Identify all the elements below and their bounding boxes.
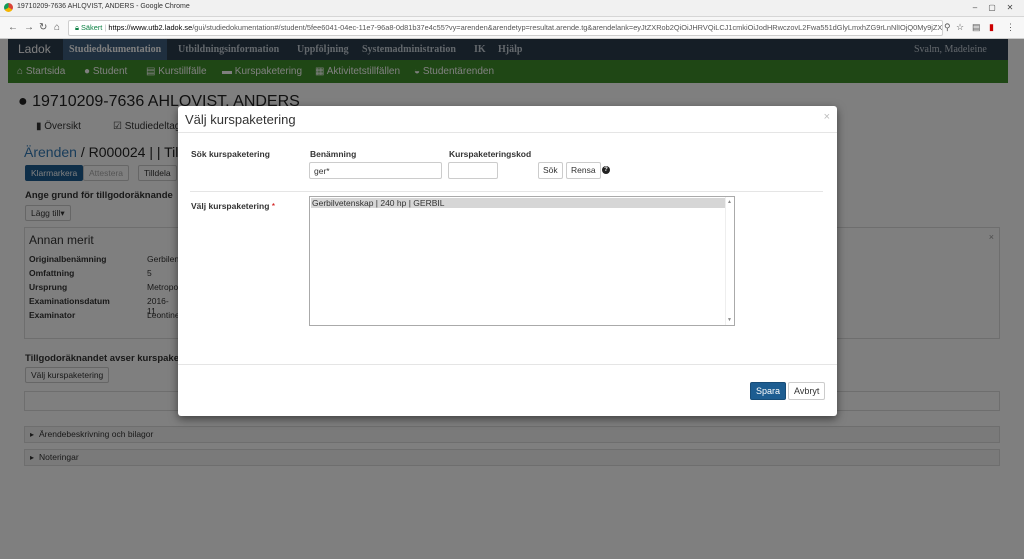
minimize-icon[interactable]: – bbox=[968, 3, 982, 12]
save-button[interactable]: Spara bbox=[750, 382, 787, 400]
code-label: Kurspaketeringskod bbox=[449, 149, 532, 159]
dialog-title: Välj kurspaketering bbox=[185, 112, 296, 127]
scroll-down-icon[interactable]: ▼ bbox=[727, 317, 732, 323]
search-section-label: Sök kurspaketering bbox=[191, 149, 270, 159]
list-option[interactable]: Gerbilvetenskap | 240 hp | GERBIL bbox=[311, 198, 725, 208]
bookmark-star-icon[interactable]: ☆ bbox=[956, 22, 964, 33]
cancel-button[interactable]: Avbryt bbox=[788, 382, 826, 400]
home-icon[interactable]: ⌂ bbox=[54, 22, 60, 33]
required-mark: * bbox=[271, 201, 276, 211]
url-host: https://www.utb2.ladok.se bbox=[108, 23, 193, 32]
close-icon[interactable]: × bbox=[824, 111, 830, 123]
clear-button[interactable]: Rensa bbox=[566, 162, 601, 179]
lock-icon: 🔒︎ bbox=[75, 23, 79, 32]
close-window-icon[interactable]: ✕ bbox=[1003, 3, 1017, 12]
browser-titlebar: 19710209-7636 AHLQVIST, ANDERS - Google … bbox=[0, 0, 1024, 17]
pdf-extension-icon[interactable]: ▮ bbox=[989, 22, 994, 33]
zoom-icon[interactable]: ⚲ bbox=[944, 22, 951, 33]
name-input[interactable] bbox=[309, 162, 442, 179]
name-label: Benämning bbox=[310, 149, 357, 159]
select-label: Välj kurspaketering * bbox=[191, 201, 276, 211]
maximize-icon[interactable]: ▢ bbox=[985, 3, 999, 12]
package-listbox[interactable]: Gerbilvetenskap | 240 hp | GERBIL ▲ ▼ bbox=[309, 196, 735, 326]
search-button[interactable]: Sök bbox=[538, 162, 563, 179]
chrome-menu-icon[interactable]: ⋮ bbox=[1006, 22, 1015, 33]
choose-package-dialog: Välj kurspaketering × Sök kurspaketering… bbox=[178, 106, 837, 416]
chrome-favicon-icon bbox=[4, 3, 13, 12]
back-icon[interactable]: ← bbox=[8, 22, 18, 33]
browser-toolbar: ← → ↻ ⌂ 🔒︎ Säkert | https://www.utb2.lad… bbox=[0, 17, 1024, 39]
extension-icon[interactable]: ▤ bbox=[972, 22, 981, 33]
listbox-scrollbar[interactable]: ▲ ▼ bbox=[725, 197, 734, 325]
forward-icon[interactable]: → bbox=[24, 22, 34, 33]
reload-icon[interactable]: ↻ bbox=[39, 22, 47, 33]
scroll-up-icon[interactable]: ▲ bbox=[727, 199, 732, 205]
url-path: /gui/studiedokumentation#/student/5fee60… bbox=[192, 23, 943, 32]
divider bbox=[190, 191, 823, 192]
code-input[interactable] bbox=[448, 162, 498, 179]
address-bar[interactable]: 🔒︎ Säkert | https://www.utb2.ladok.se/gu… bbox=[68, 20, 943, 36]
secure-label: Säkert bbox=[81, 23, 103, 32]
help-icon[interactable]: ? bbox=[602, 166, 610, 174]
window-title: 19710209-7636 AHLQVIST, ANDERS - Google … bbox=[17, 3, 190, 10]
dialog-footer-divider bbox=[178, 364, 837, 365]
dialog-header: Välj kurspaketering × bbox=[178, 106, 837, 133]
